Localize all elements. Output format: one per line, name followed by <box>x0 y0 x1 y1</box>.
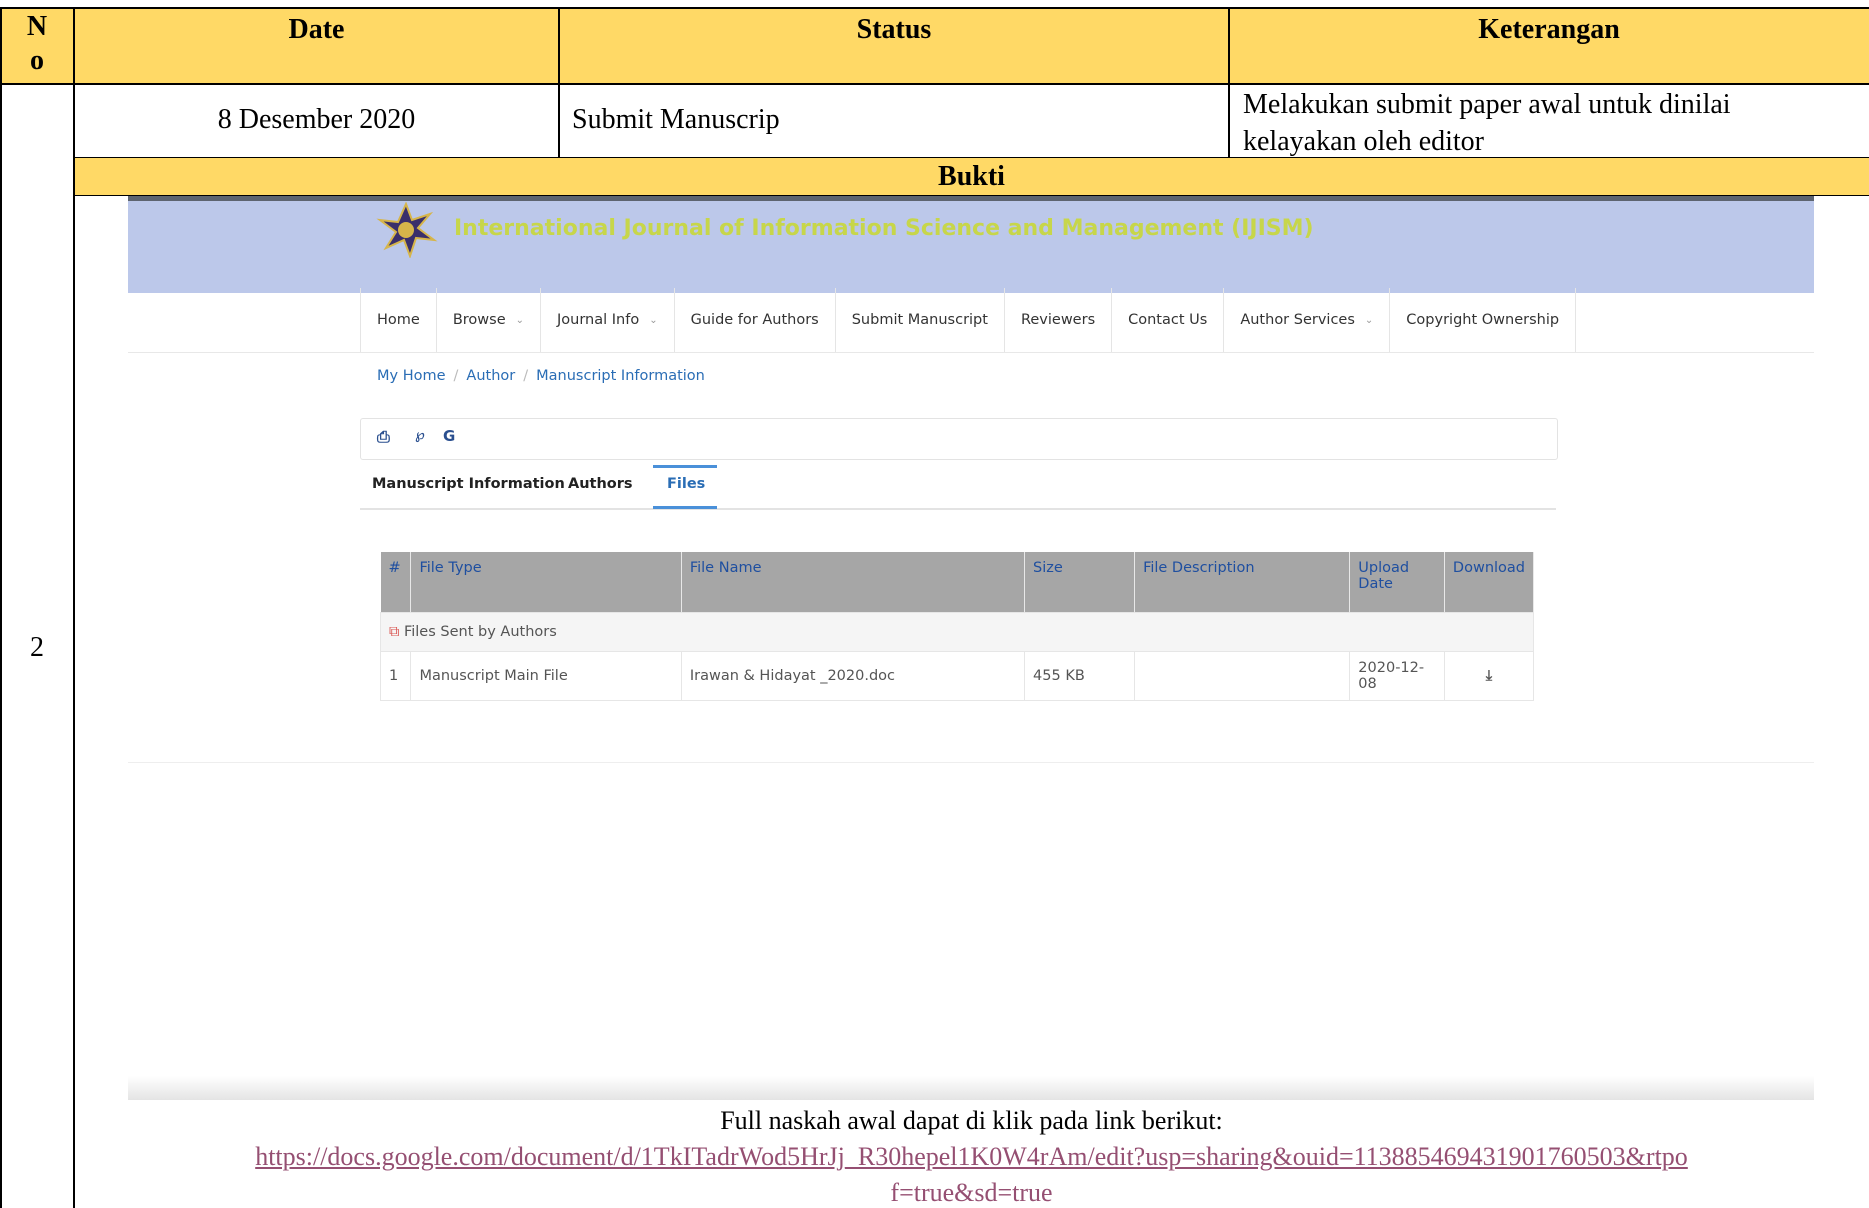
tab-files-indicator-top <box>653 465 717 468</box>
nav-home[interactable]: Home <box>361 288 437 352</box>
document-link-continued[interactable]: f=true&sd=true <box>890 1178 1052 1207</box>
breadcrumb-separator: / <box>453 368 459 384</box>
col-file-name: File Name <box>681 552 1026 613</box>
border-header-bottom <box>0 83 1869 85</box>
breadcrumb-separator: / <box>523 368 529 384</box>
border-top <box>0 7 1869 9</box>
nav-label: Author Services <box>1240 312 1355 328</box>
nav-label: Browse <box>452 312 506 328</box>
header-date: Date <box>74 8 559 84</box>
footer-intro: Full naskah awal dapat di klik pada link… <box>720 1106 1223 1135</box>
breadcrumb-my-home[interactable]: My Home <box>377 368 446 384</box>
nav-browse[interactable]: Browse ⌄ <box>437 288 542 352</box>
footer-link-line2[interactable]: f=true&sd=true <box>74 1178 1869 1208</box>
row-keterangan: Melakukan submit paper awal untuk dinila… <box>1243 89 1731 157</box>
col-size: Size <box>1024 552 1136 613</box>
nav-divider <box>128 352 1814 353</box>
files-table-header: # File Type File Name Size File Descript… <box>380 552 1535 613</box>
files-table: # File Type File Name Size File Descript… <box>379 552 1535 701</box>
header-no-o: o <box>30 45 44 76</box>
col-number: # <box>380 552 412 613</box>
bukti-header: Bukti <box>74 158 1869 196</box>
main-nav: Home Browse ⌄ Journal Info ⌄ Guide for Aut… <box>360 288 1577 352</box>
nav-label: Submit Manuscript <box>851 312 988 328</box>
nav-label: Reviewers <box>1020 312 1096 328</box>
nav-guide-for-authors[interactable]: Guide for Authors <box>675 288 836 352</box>
nav-label: Guide for Authors <box>690 312 819 328</box>
files-group-cell: ⧉ Files Sent by Authors <box>380 612 1534 652</box>
tab-files-indicator <box>653 506 717 509</box>
footer-link-line1[interactable]: https://docs.google.com/document/d/1TkIT… <box>74 1142 1869 1172</box>
header-no-n: N <box>26 11 48 42</box>
col-file-description: File Description <box>1134 552 1351 613</box>
nav-reviewers[interactable]: Reviewers <box>1005 288 1113 352</box>
breadcrumb-author[interactable]: Author <box>466 368 515 384</box>
journal-title: International Journal of Information Sci… <box>454 216 1314 241</box>
content-divider <box>128 762 1814 763</box>
tab-manuscript-information[interactable]: Manuscript Information <box>372 476 565 492</box>
nav-contact-us[interactable]: Contact Us <box>1112 288 1225 352</box>
header-keterangan: Keterangan <box>1229 8 1869 84</box>
border-col3 <box>1228 7 1230 158</box>
border-col2 <box>558 7 560 158</box>
tab-authors[interactable]: Authors <box>568 476 633 492</box>
border-left <box>0 7 2 1208</box>
breadcrumb: My Home / Author / Manuscript Information <box>377 368 705 384</box>
row-date: 8 Desember 2020 <box>217 104 416 135</box>
cell-file-type: Manuscript Main File <box>410 651 682 701</box>
nav-submit-manuscript[interactable]: Submit Manuscript <box>836 288 1005 352</box>
row-number: 2 <box>30 632 44 663</box>
files-group-row: ⧉ Files Sent by Authors <box>380 612 1534 652</box>
toolbar: ⎙ ℘ G <box>360 418 1558 460</box>
nav-label: Home <box>377 312 420 328</box>
cell-file-description <box>1134 651 1351 701</box>
screenshot-bottom-shadow <box>128 1076 1814 1100</box>
table-row: 1 Manuscript Main File Irawan & Hidayat … <box>379 651 1535 701</box>
nav-label: Contact Us <box>1128 312 1208 328</box>
border-col1 <box>73 7 75 1208</box>
border-row-bottom <box>74 157 1869 158</box>
files-sent-icon: ⧉ <box>389 624 400 640</box>
google-icon[interactable]: G <box>443 427 455 445</box>
scholar-icon[interactable]: ℘ <box>415 427 425 443</box>
col-file-type: File Type <box>410 552 682 613</box>
cell-file-name: Irawan & Hidayat _2020.doc <box>680 651 1026 701</box>
chevron-down-icon: ⌄ <box>515 314 525 326</box>
journal-logo-icon <box>376 202 438 258</box>
nav-journal-info[interactable]: Journal Info ⌄ <box>541 288 675 352</box>
nav-label: Copyright Ownership <box>1406 312 1560 328</box>
cell-number: 1 <box>379 651 412 701</box>
tab-files[interactable]: Files <box>667 476 705 492</box>
print-icon[interactable]: ⎙ <box>377 427 390 447</box>
tab-bar: Manuscript Information Authors Files <box>360 464 1556 510</box>
cell-upload-date: 2020-12-08 <box>1349 651 1445 701</box>
breadcrumb-manuscript-information[interactable]: Manuscript Information <box>536 368 705 384</box>
evidence-screenshot: International Journal of Information Sci… <box>128 196 1814 1100</box>
cell-size: 455 KB <box>1024 651 1136 701</box>
row-status: Submit Manuscrip <box>572 104 780 135</box>
col-download: Download <box>1444 552 1535 613</box>
header-no-label: No <box>0 10 74 78</box>
download-icon[interactable]: ⤓ <box>1443 651 1535 701</box>
files-group-label: Files Sent by Authors <box>403 624 557 640</box>
nav-author-services[interactable]: Author Services ⌄ <box>1224 288 1391 352</box>
nav-label: Journal Info <box>557 312 640 328</box>
document-link[interactable]: https://docs.google.com/document/d/1TkIT… <box>255 1142 1688 1171</box>
chevron-down-icon: ⌄ <box>1364 314 1374 326</box>
col-upload-date: Upload Date <box>1349 552 1445 613</box>
chevron-down-icon: ⌄ <box>649 314 658 326</box>
header-status: Status <box>559 8 1229 84</box>
nav-copyright-ownership[interactable]: Copyright Ownership <box>1390 288 1577 352</box>
